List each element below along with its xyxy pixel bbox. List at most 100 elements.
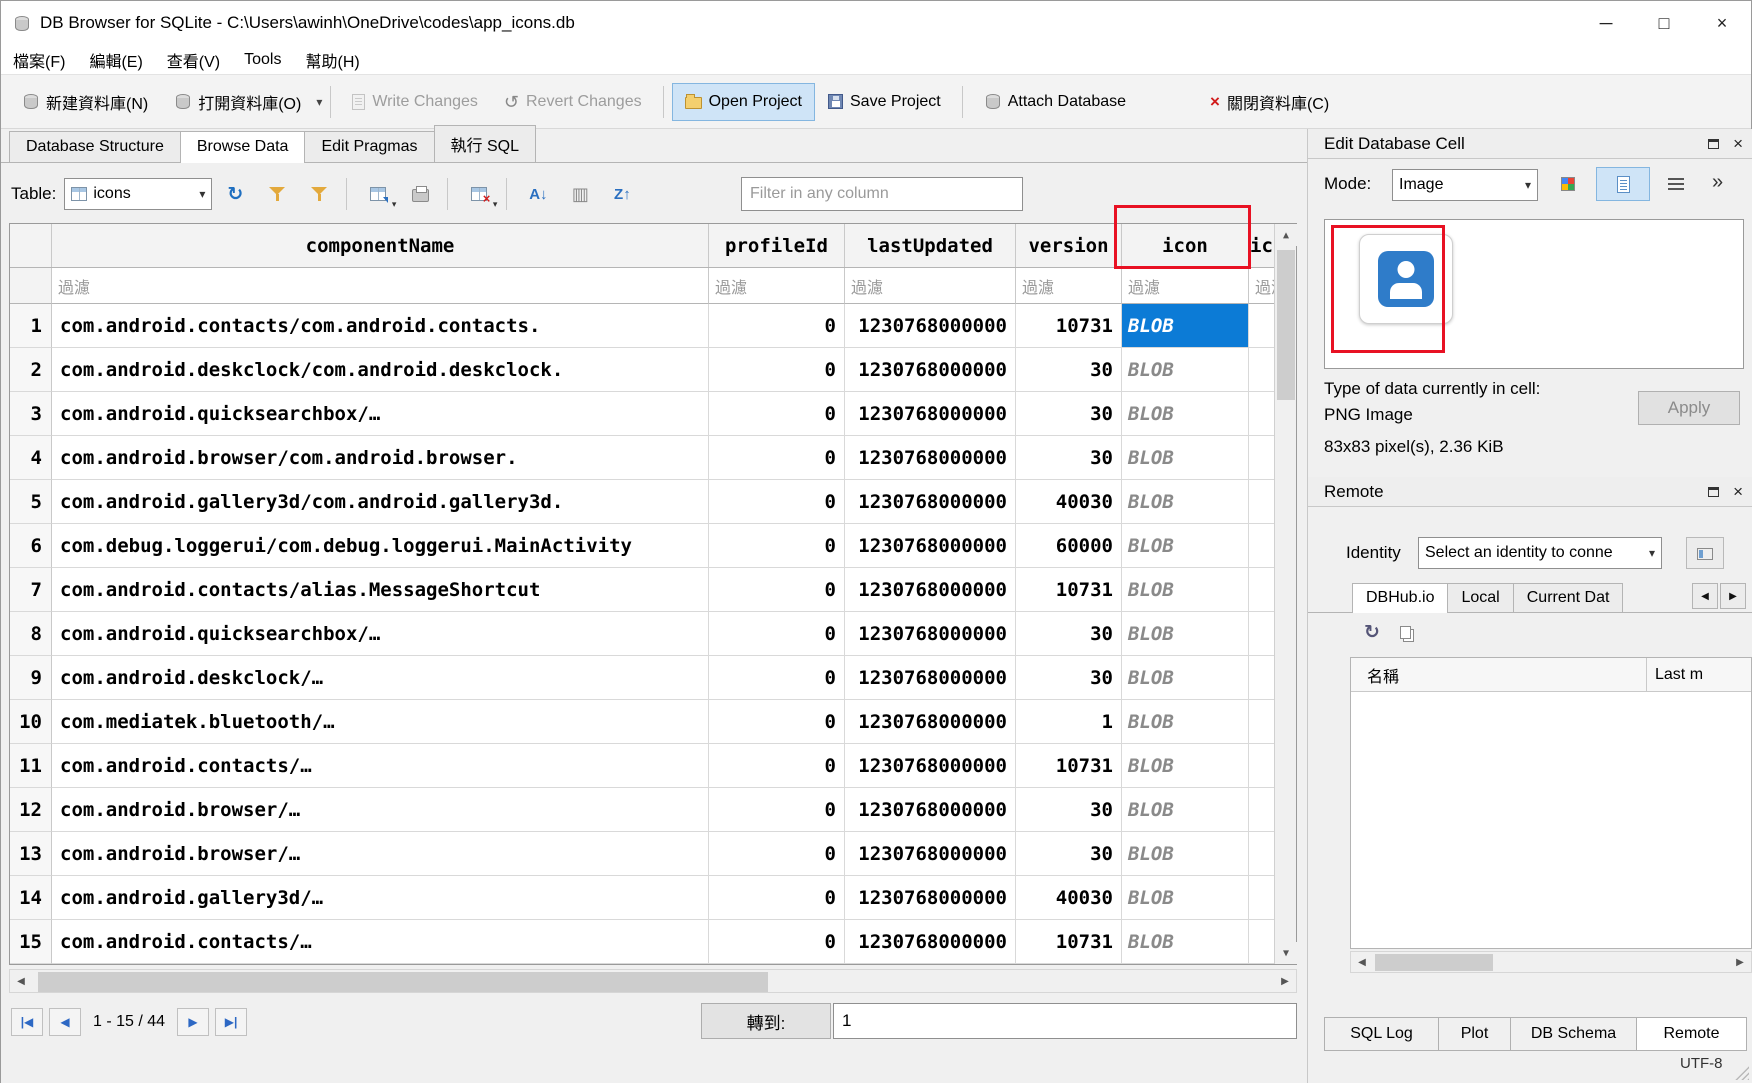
open-database-dropdown-icon[interactable]: ▾ bbox=[316, 95, 322, 109]
cell-lastUpdated[interactable]: 1230768000000 bbox=[845, 524, 1016, 568]
row-number[interactable]: 2 bbox=[10, 348, 52, 392]
cell-overflow[interactable] bbox=[1249, 348, 1274, 392]
tab-scroll-right-button[interactable]: ▶ bbox=[1720, 583, 1746, 609]
cell-version[interactable]: 30 bbox=[1016, 656, 1122, 700]
sort-desc-button[interactable]: Z↑ bbox=[603, 177, 641, 211]
save-filter-button[interactable] bbox=[300, 177, 338, 211]
row-number[interactable]: 6 bbox=[10, 524, 52, 568]
cell-lastUpdated[interactable]: 1230768000000 bbox=[845, 656, 1016, 700]
cell-profileId[interactable]: 0 bbox=[709, 656, 845, 700]
table-select[interactable]: icons ▾ bbox=[64, 178, 212, 210]
remote-column-last-modified[interactable]: Last m bbox=[1647, 658, 1751, 691]
remote-clone-icon[interactable] bbox=[1400, 626, 1411, 639]
cell-icon-blob[interactable]: BLOB bbox=[1122, 480, 1249, 524]
cell-profileId[interactable]: 0 bbox=[709, 920, 845, 964]
next-record-button[interactable]: ▶ bbox=[177, 1008, 209, 1036]
cell-icon-blob[interactable]: BLOB bbox=[1122, 348, 1249, 392]
cell-profileId[interactable]: 0 bbox=[709, 832, 845, 876]
row-number[interactable]: 12 bbox=[10, 788, 52, 832]
row-number[interactable]: 11 bbox=[10, 744, 52, 788]
dock-tab-plot[interactable]: Plot bbox=[1438, 1017, 1511, 1051]
cell-version[interactable]: 30 bbox=[1016, 832, 1122, 876]
cell-version[interactable]: 30 bbox=[1016, 436, 1122, 480]
scroll-left-button[interactable]: ◀ bbox=[10, 970, 32, 992]
cell-componentName[interactable]: com.android.gallery3d/… bbox=[52, 876, 709, 920]
cell-profileId[interactable]: 0 bbox=[709, 788, 845, 832]
column-filter-icon[interactable]: 過濾 bbox=[1122, 268, 1249, 304]
cell-overflow[interactable] bbox=[1249, 788, 1274, 832]
cell-lastUpdated[interactable]: 1230768000000 bbox=[845, 832, 1016, 876]
cell-lastUpdated[interactable]: 1230768000000 bbox=[845, 612, 1016, 656]
cell-icon-blob[interactable]: BLOB bbox=[1122, 524, 1249, 568]
cell-overflow[interactable] bbox=[1249, 876, 1274, 920]
cell-icon-blob[interactable]: BLOB bbox=[1122, 392, 1249, 436]
revert-changes-button[interactable]: ↺ Revert Changes bbox=[491, 83, 655, 121]
float-panel-icon[interactable] bbox=[1708, 139, 1719, 149]
tab-edit-pragmas[interactable]: Edit Pragmas bbox=[304, 131, 434, 162]
cell-componentName[interactable]: com.debug.loggerui/com.debug.loggerui.Ma… bbox=[52, 524, 709, 568]
identity-select[interactable]: Select an identity to conne ▾ bbox=[1418, 537, 1662, 569]
column-header-lastUpdated[interactable]: lastUpdated bbox=[845, 224, 1016, 267]
cell-icon-blob[interactable]: BLOB bbox=[1122, 568, 1249, 612]
attach-database-button[interactable]: Attach Database bbox=[971, 83, 1139, 121]
column-header-overflow[interactable]: ic bbox=[1249, 224, 1274, 267]
float-panel-icon[interactable] bbox=[1708, 487, 1719, 497]
cell-componentName[interactable]: com.android.deskclock/… bbox=[52, 656, 709, 700]
cell-componentName[interactable]: com.android.contacts/com.android.contact… bbox=[52, 304, 709, 348]
column-filter-lastUpdated[interactable]: 過濾 bbox=[845, 268, 1016, 304]
cell-version[interactable]: 30 bbox=[1016, 788, 1122, 832]
remote-horizontal-scrollbar[interactable]: ◀ ▶ bbox=[1350, 951, 1752, 973]
cell-version[interactable]: 40030 bbox=[1016, 480, 1122, 524]
cell-version[interactable]: 10731 bbox=[1016, 304, 1122, 348]
tab-browse-data[interactable]: Browse Data bbox=[180, 131, 306, 163]
cell-version[interactable]: 30 bbox=[1016, 612, 1122, 656]
cell-componentName[interactable]: com.android.browser/… bbox=[52, 788, 709, 832]
vertical-scrollbar-thumb[interactable] bbox=[1277, 250, 1295, 400]
more-tools-icon[interactable]: » bbox=[1712, 171, 1723, 194]
mode-select[interactable]: Image ▾ bbox=[1392, 169, 1538, 201]
cell-version[interactable]: 30 bbox=[1016, 392, 1122, 436]
row-number[interactable]: 9 bbox=[10, 656, 52, 700]
insert-record-button[interactable]: ▾ bbox=[359, 177, 397, 211]
row-number[interactable]: 3 bbox=[10, 392, 52, 436]
cell-componentName[interactable]: com.android.browser/com.android.browser. bbox=[52, 436, 709, 480]
column-header-version[interactable]: version bbox=[1016, 224, 1122, 267]
tab-dbhub[interactable]: DBHub.io bbox=[1352, 583, 1448, 613]
first-record-button[interactable]: |◀ bbox=[11, 1008, 43, 1036]
row-number[interactable]: 7 bbox=[10, 568, 52, 612]
remote-scroll-right-button[interactable]: ▶ bbox=[1729, 952, 1751, 972]
close-panel-icon[interactable]: × bbox=[1733, 483, 1743, 500]
row-number[interactable]: 5 bbox=[10, 480, 52, 524]
column-filter-profileId[interactable]: 過濾 bbox=[709, 268, 845, 304]
close-button[interactable]: × bbox=[1693, 1, 1751, 45]
sort-asc-button[interactable]: A↓ bbox=[519, 177, 557, 211]
cell-overflow[interactable] bbox=[1249, 612, 1274, 656]
cell-icon-blob[interactable]: BLOB bbox=[1122, 920, 1249, 964]
row-number[interactable]: 4 bbox=[10, 436, 52, 480]
column-filter-componentName[interactable]: 過濾 bbox=[52, 268, 709, 304]
cell-lastUpdated[interactable]: 1230768000000 bbox=[845, 920, 1016, 964]
cell-version[interactable]: 10731 bbox=[1016, 744, 1122, 788]
remote-scrollbar-thumb[interactable] bbox=[1375, 954, 1493, 971]
cell-componentName[interactable]: com.android.browser/… bbox=[52, 832, 709, 876]
freeze-columns-button[interactable]: ▥ bbox=[561, 177, 599, 211]
text-view-button[interactable] bbox=[1596, 167, 1650, 201]
cell-componentName[interactable]: com.android.deskclock/com.android.deskcl… bbox=[52, 348, 709, 392]
cell-version[interactable]: 30 bbox=[1016, 348, 1122, 392]
cell-lastUpdated[interactable]: 1230768000000 bbox=[845, 788, 1016, 832]
cell-overflow[interactable] bbox=[1249, 568, 1274, 612]
column-header-profileId[interactable]: profileId bbox=[709, 224, 845, 267]
print-button[interactable] bbox=[401, 177, 439, 211]
cell-componentName[interactable]: com.mediatek.bluetooth/… bbox=[52, 700, 709, 744]
tab-local[interactable]: Local bbox=[1447, 583, 1513, 612]
refresh-button[interactable]: ↻ bbox=[216, 177, 254, 211]
scroll-right-button[interactable]: ▶ bbox=[1274, 970, 1296, 992]
close-panel-icon[interactable]: × bbox=[1733, 135, 1743, 152]
maximize-button[interactable]: □ bbox=[1635, 1, 1693, 45]
row-number[interactable]: 10 bbox=[10, 700, 52, 744]
open-database-button[interactable]: 打開資料庫(O) bbox=[161, 80, 314, 124]
cell-overflow[interactable] bbox=[1249, 832, 1274, 876]
write-changes-button[interactable]: Write Changes bbox=[339, 83, 491, 121]
remote-refresh-icon[interactable]: ↻ bbox=[1364, 623, 1380, 642]
row-number[interactable]: 1 bbox=[10, 304, 52, 348]
